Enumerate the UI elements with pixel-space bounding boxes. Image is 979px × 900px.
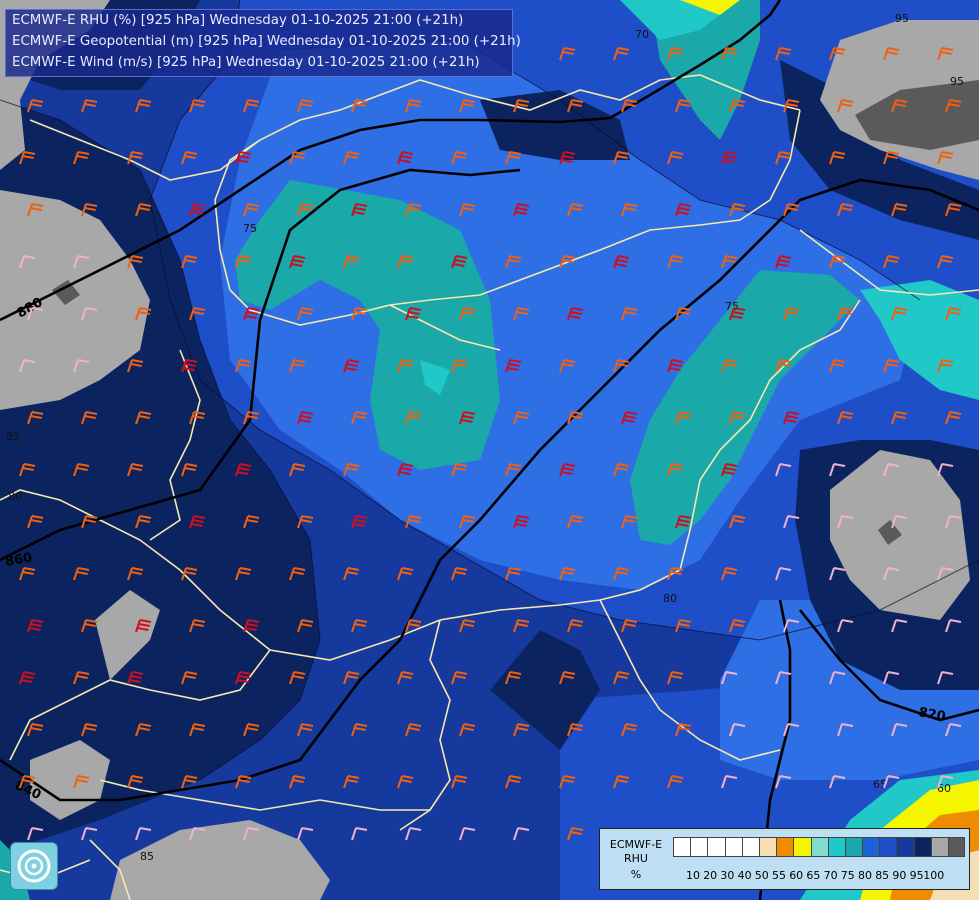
contour-label: 80	[8, 490, 22, 503]
contour-label: 70	[635, 28, 649, 41]
legend-swatch	[930, 837, 948, 857]
legend-colorbar	[673, 837, 966, 857]
legend-swatch	[673, 837, 691, 857]
legend-swatch	[741, 837, 759, 857]
legend-swatch	[844, 837, 863, 857]
legend-tick-label: 30	[720, 869, 735, 882]
map-header: ECMWF-E RHU (%) [925 hPa] Wednesday 01-1…	[5, 9, 521, 77]
header-wind: ECMWF-E Wind (m/s) [925 hPa] Wednesday 0…	[12, 55, 480, 70]
header-rhu: ECMWF-E RHU (%) [925 hPa] Wednesday 01-1…	[12, 13, 464, 28]
legend-tick-label: 75	[840, 869, 855, 882]
contour-label: 85	[6, 430, 20, 443]
legend-tick-label: 55	[772, 869, 786, 882]
legend-tick-label: 60	[789, 869, 804, 882]
legend-swatch	[948, 837, 966, 857]
legend-swatch	[913, 837, 931, 857]
legend-swatch	[724, 837, 742, 857]
legend-tick-label: 10	[686, 869, 700, 882]
logo-icon	[10, 842, 58, 890]
legend-tick-label: 70	[823, 869, 838, 882]
legend-tick-label: 20	[703, 869, 718, 882]
contour-label: 75	[243, 222, 257, 235]
contour-label: 85	[140, 850, 154, 863]
legend-swatch	[690, 837, 708, 857]
legend-tick-label: 95	[909, 869, 924, 882]
legend-tick-label: 85	[875, 869, 890, 882]
legend-swatch	[879, 837, 897, 857]
rhu-legend: ECMWF-E RHU % 10 20 30 40 50 55 60 65 70 75 80 85 90…	[599, 828, 970, 890]
legend-tick-label: 40	[737, 869, 752, 882]
legend-swatch	[810, 837, 828, 857]
legend-swatch	[793, 837, 811, 857]
contour-label: 95	[895, 12, 909, 25]
legend-ticks: 10 20 30 40 50 55 60 65 70 75 80 85 90 95 100	[673, 869, 969, 883]
legend-tick-label: 80	[858, 869, 872, 882]
legend-tick-label: 50	[754, 869, 769, 882]
contour-label: 80	[663, 592, 677, 605]
legend-swatch	[707, 837, 725, 857]
legend-swatch	[896, 837, 914, 857]
legend-title: ECMWF-E RHU %	[609, 838, 663, 881]
legend-swatch	[827, 837, 845, 857]
contour-label: 95	[950, 75, 964, 88]
header-geopotential: ECMWF-E Geopotential (m) [925 hPa] Wedne…	[12, 34, 521, 49]
legend-swatch	[776, 837, 794, 857]
legend-tick-label: 90	[892, 869, 907, 882]
legend-tick-label: 65	[806, 869, 821, 882]
rhu-map: 880 860 840 820 95 95 70 75 75 85 80 60 …	[0, 0, 979, 900]
legend-swatch	[758, 837, 777, 857]
legend-swatch	[862, 837, 880, 857]
legend-tick-label: 100	[923, 869, 945, 882]
